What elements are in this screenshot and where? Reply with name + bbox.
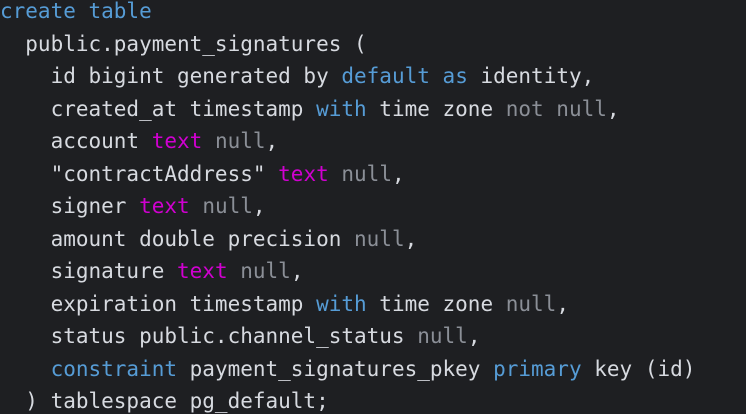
code-token: signer [0, 194, 140, 218]
code-token: , [252, 194, 266, 218]
code-token: not null [505, 96, 607, 121]
code-token: text [139, 194, 190, 218]
code-token: null [354, 226, 405, 251]
code-token: ) tablespace pg_default; [0, 389, 329, 413]
code-token: as [442, 64, 468, 88]
code-line: id bigint generated by default as identi… [0, 60, 695, 93]
code-token: null [240, 259, 291, 283]
code-line: signer text null, [0, 190, 695, 223]
code-token: , [606, 96, 620, 121]
code-line: account text null, [0, 125, 695, 158]
code-token: null [202, 194, 253, 218]
code-token: payment_signatures_pkey [177, 356, 494, 381]
code-token: null [341, 161, 392, 186]
code-line: constraint payment_signatures_pkey prima… [0, 353, 696, 386]
code-editor[interactable]: create table public.payment_signatures (… [0, 0, 746, 414]
code-token: time zone [366, 96, 506, 121]
code-token: text [177, 259, 228, 283]
code-line: "contractAddress" text null, [0, 158, 695, 191]
code-token: , [391, 161, 405, 186]
code-token: time zone [366, 291, 506, 316]
code-token: null [214, 129, 266, 153]
code-token: with [316, 96, 367, 121]
code-token: id bigint generated by [0, 64, 342, 88]
code-line: amount double precision null, [0, 223, 695, 256]
code-line: ) tablespace pg_default; [0, 385, 695, 414]
code-token: with [316, 291, 367, 316]
code-token: key (id) [581, 356, 696, 381]
code-token: "contractAddress" [0, 161, 279, 186]
code-token: null [505, 291, 557, 316]
code-line: expiration timestamp with time zone null… [0, 288, 695, 321]
code-token: constraint [50, 356, 178, 381]
code-token: public.payment_signatures ( [0, 31, 367, 56]
code-line: signature text null, [0, 255, 695, 288]
sql-code-block: create table public.payment_signatures (… [0, 0, 695, 414]
code-token: amount double precision [0, 226, 355, 251]
code-token: text [151, 129, 203, 153]
code-token: , [404, 226, 418, 251]
code-token: , [265, 129, 279, 153]
code-token: status public.channel_status [0, 324, 418, 348]
code-token: create table [0, 0, 152, 23]
code-line: created_at timestamp with time zone not … [0, 93, 695, 126]
code-line: status public.channel_status null, [0, 320, 695, 353]
code-token: text [278, 161, 329, 186]
code-token: null [417, 324, 468, 348]
code-token: identity, [467, 64, 595, 88]
code-token: signature [0, 259, 178, 283]
code-token: , [467, 324, 481, 348]
code-token: , [290, 259, 304, 283]
code-token: primary [493, 356, 582, 381]
code-token: , [556, 291, 569, 316]
code-token: expiration timestamp [0, 291, 317, 316]
code-token: default [341, 64, 430, 88]
code-line: create table [0, 0, 695, 28]
code-token: account [0, 129, 152, 153]
code-token: created_at timestamp [0, 96, 317, 121]
code-line: public.payment_signatures ( [0, 28, 695, 61]
